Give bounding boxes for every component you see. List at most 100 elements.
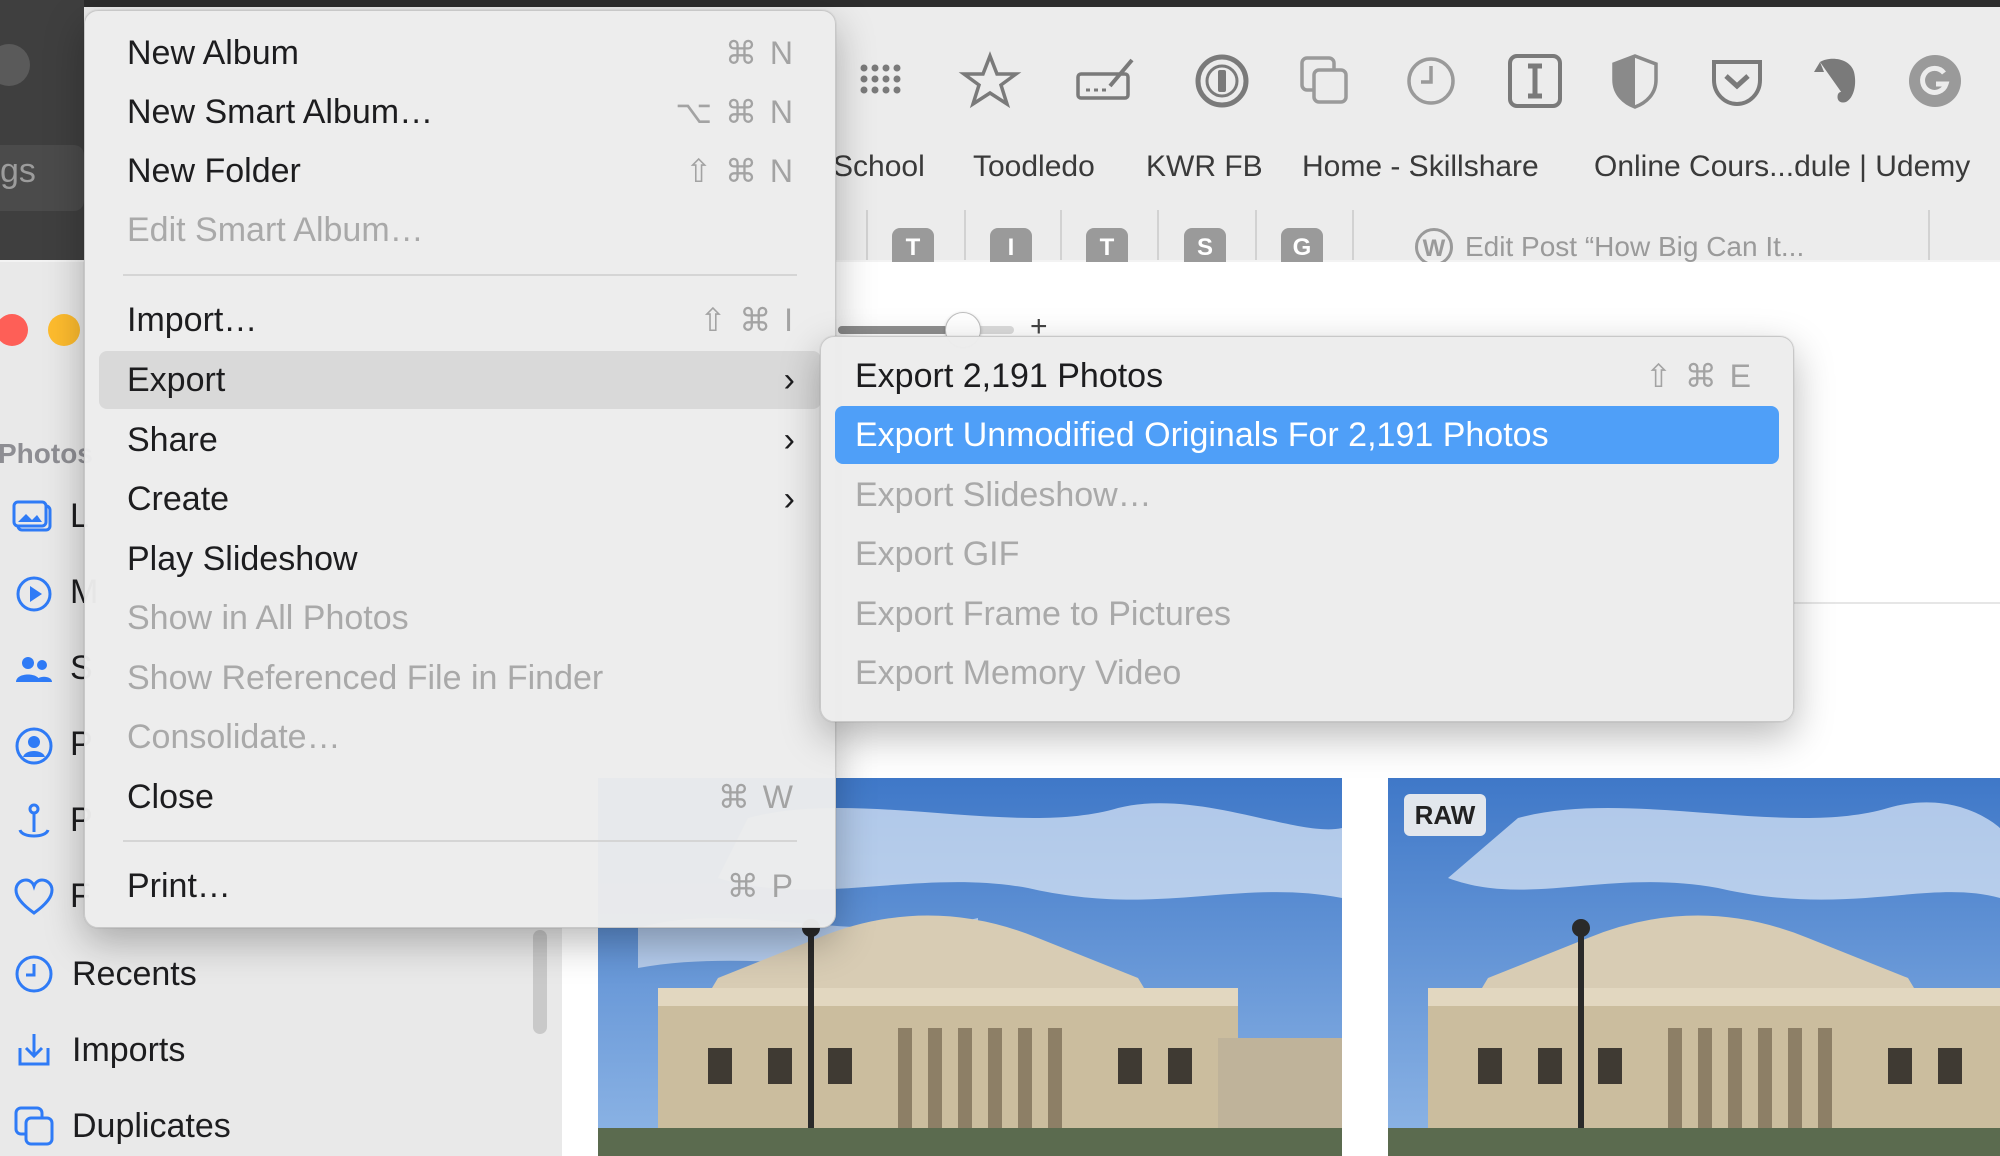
evernote-icon[interactable]: [1800, 46, 1870, 116]
menu-item-play-slideshow[interactable]: Play Slideshow: [99, 530, 821, 588]
sidebar-item-duplicates[interactable]: Duplicates: [12, 1098, 231, 1154]
heart-icon[interactable]: [12, 876, 56, 920]
tab-edit-post[interactable]: W Edit Post “How Big Can It...: [1415, 228, 1804, 266]
menu-item-export-memory-video: Export Memory Video: [835, 644, 1779, 702]
menu-item-label: Consolidate…: [127, 718, 341, 756]
clock-icon: [12, 952, 56, 996]
bookmark-school[interactable]: School: [833, 150, 925, 184]
menu-item-new-album[interactable]: New Album ⌘ N: [99, 24, 821, 82]
menu-item-label: Export Memory Video: [855, 654, 1182, 692]
search-field-text: gs: [0, 152, 36, 190]
pinned-tab-g[interactable]: G: [1281, 228, 1323, 262]
menu-item-shortcut: ⌥ ⌘ N: [675, 94, 795, 130]
sidebar-item-imports[interactable]: Imports: [12, 1022, 185, 1078]
chevron-right-icon: ›: [783, 421, 795, 459]
menu-item-label: Export: [127, 361, 226, 399]
shield-icon[interactable]: [1600, 46, 1670, 116]
window-control-icon: [0, 44, 30, 86]
sidebar-scrollbar[interactable]: [533, 930, 547, 1034]
clock-icon[interactable]: [1396, 46, 1466, 116]
menu-item-export-photos[interactable]: Export 2,191 Photos ⇧ ⌘ E: [835, 347, 1779, 405]
wordpress-icon: W: [1415, 228, 1453, 266]
menu-item-export-gif: Export GIF: [835, 525, 1779, 583]
sidebar-item-recents[interactable]: Recents: [12, 946, 197, 1002]
tab-separator: [1928, 210, 1930, 260]
sidebar-item-label: Imports: [72, 1030, 186, 1069]
zoom-slider[interactable]: [838, 326, 1014, 334]
export-submenu: Export 2,191 Photos ⇧ ⌘ E Export Unmodif…: [820, 336, 1794, 722]
menu-item-label: Export 2,191 Photos: [855, 357, 1164, 395]
tab-separator: [866, 210, 868, 260]
menu-item-label: Edit Smart Album…: [127, 211, 424, 249]
menu-item-label: Share: [127, 421, 218, 459]
bookmark-udemy[interactable]: Online Cours...dule | Udemy: [1594, 150, 1970, 184]
menu-item-shortcut: ⇧ ⌘ N: [685, 153, 795, 189]
menu-item-shortcut: ⇧ ⌘ E: [1645, 358, 1753, 394]
menu-item-label: Export Slideshow…: [855, 476, 1152, 514]
sidebar-item-label: Recents: [72, 954, 197, 993]
menu-item-label: Export Unmodified Originals For 2,191 Ph…: [855, 416, 1549, 454]
sidebar-header-photos: Photos: [0, 438, 93, 469]
menu-item-edit-smart-album: Edit Smart Album…: [99, 201, 821, 259]
tab-title: Edit Post “How Big Can It...: [1465, 231, 1805, 262]
menu-item-label: Close: [127, 778, 214, 816]
menu-item-label: Export Frame to Pictures: [855, 595, 1232, 633]
menu-item-export-unmodified-originals[interactable]: Export Unmodified Originals For 2,191 Ph…: [835, 406, 1779, 464]
apps-grid-icon[interactable]: [846, 46, 916, 116]
onepassword-icon[interactable]: [1187, 46, 1257, 116]
menu-item-print[interactable]: Print… ⌘ P: [99, 857, 821, 915]
signature-icon[interactable]: [1070, 46, 1140, 116]
menu-item-shortcut: ⇧ ⌘ I: [699, 302, 795, 338]
instapaper-icon[interactable]: [1500, 46, 1570, 116]
pocket-icon[interactable]: [1702, 46, 1772, 116]
tab-separator: [1352, 210, 1354, 260]
memories-icon[interactable]: [12, 572, 56, 616]
menu-item-export[interactable]: Export ›: [99, 351, 821, 409]
pinned-tab-i[interactable]: I: [990, 228, 1032, 262]
tab-separator: [1157, 210, 1159, 260]
menu-item-consolidate: Consolidate…: [99, 708, 821, 766]
file-menu: New Album ⌘ N New Smart Album… ⌥ ⌘ N New…: [84, 10, 836, 928]
pinned-tab-t[interactable]: T: [892, 228, 934, 262]
raw-badge: RAW: [1404, 794, 1486, 836]
menu-item-label: Show in All Photos: [127, 599, 409, 637]
pinned-tab-s[interactable]: S: [1184, 228, 1226, 262]
menu-item-label: Export GIF: [855, 535, 1020, 573]
menu-item-import[interactable]: Import… ⇧ ⌘ I: [99, 291, 821, 349]
tab-separator: [964, 210, 966, 260]
background-app-strip: gs: [0, 0, 84, 260]
menu-item-label: Import…: [127, 301, 258, 339]
menu-item-label: New Folder: [127, 152, 301, 190]
tab-separator: [1255, 210, 1257, 260]
menu-item-share[interactable]: Share ›: [99, 411, 821, 469]
tab-separator: [1060, 210, 1062, 260]
minimize-window-button[interactable]: [48, 314, 80, 346]
menu-item-show-in-all-photos: Show in All Photos: [99, 589, 821, 647]
star-icon[interactable]: [955, 46, 1025, 116]
menu-item-new-folder[interactable]: New Folder ⇧ ⌘ N: [99, 142, 821, 200]
places-icon[interactable]: [12, 800, 56, 844]
bookmark-skillshare[interactable]: Home - Skillshare: [1302, 150, 1539, 184]
menu-item-export-frame: Export Frame to Pictures: [835, 585, 1779, 643]
bookmark-kwr-fb[interactable]: KWR FB: [1146, 150, 1263, 184]
duplicates-icon: [12, 1104, 56, 1148]
menu-item-label: Print…: [127, 867, 231, 905]
menu-item-shortcut: ⌘ W: [717, 779, 795, 815]
menu-item-shortcut: ⌘ N: [725, 35, 795, 71]
grammarly-icon[interactable]: [1900, 46, 1970, 116]
pinned-tab-t2[interactable]: T: [1086, 228, 1128, 262]
people-icon[interactable]: [12, 724, 56, 768]
menu-item-close[interactable]: Close ⌘ W: [99, 768, 821, 826]
chevron-right-icon: ›: [783, 361, 795, 399]
copy-icon[interactable]: [1290, 46, 1360, 116]
menu-item-shortcut: ⌘ P: [726, 868, 795, 904]
menu-separator: [123, 274, 797, 276]
menu-item-new-smart-album[interactable]: New Smart Album… ⌥ ⌘ N: [99, 83, 821, 141]
menu-item-label: New Smart Album…: [127, 93, 434, 131]
shared-icon[interactable]: [12, 648, 56, 692]
library-icon[interactable]: [12, 496, 56, 540]
bookmark-toodledo[interactable]: Toodledo: [973, 150, 1095, 184]
menu-item-label: Play Slideshow: [127, 540, 358, 578]
menu-separator: [123, 840, 797, 842]
menu-item-create[interactable]: Create ›: [99, 470, 821, 528]
